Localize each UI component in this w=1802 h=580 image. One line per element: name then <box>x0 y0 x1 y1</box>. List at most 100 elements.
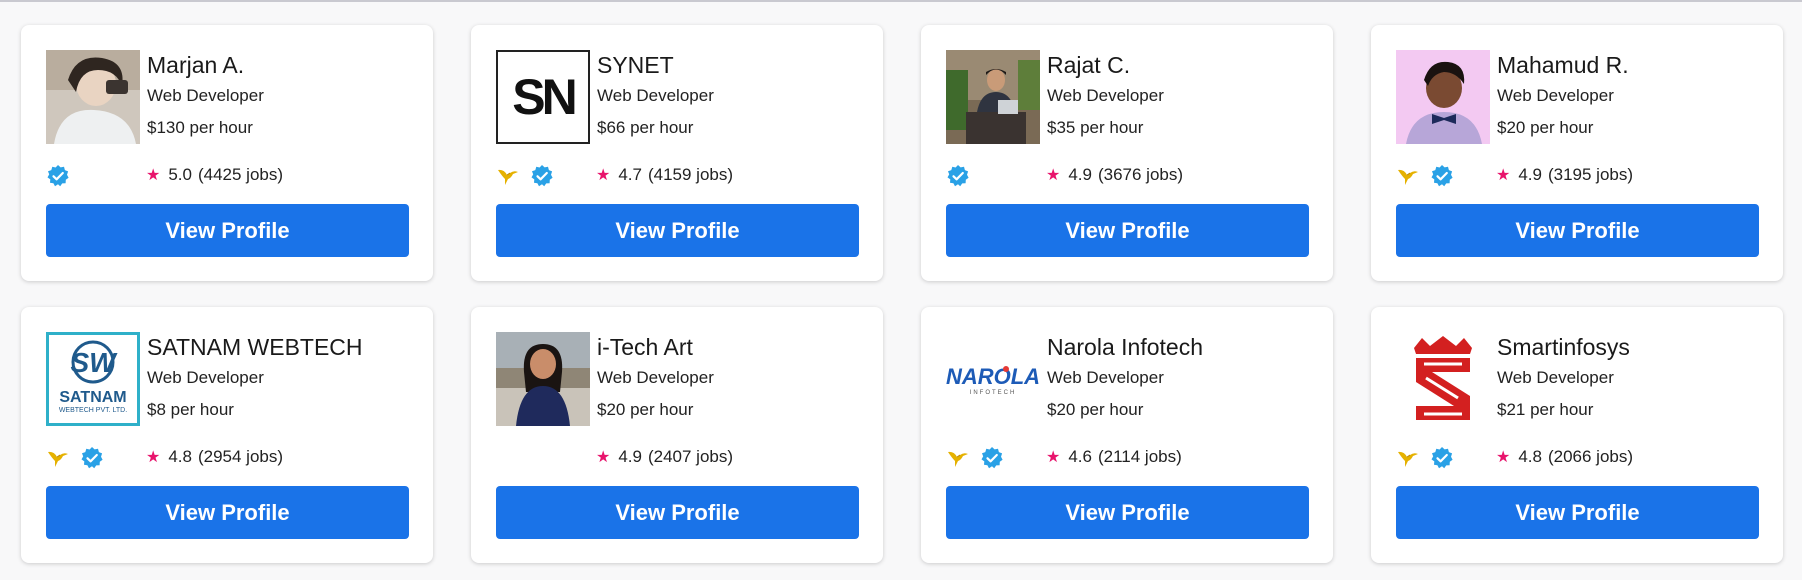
verified-badge-icon <box>981 447 1003 469</box>
badges <box>46 164 70 188</box>
rating-value: 4.9 <box>1068 165 1092 184</box>
badges <box>1396 164 1454 188</box>
view-profile-button[interactable]: View Profile <box>946 486 1309 539</box>
logo-text: NAROLA <box>946 364 1040 389</box>
rating-value: 4.8 <box>1518 447 1542 466</box>
star-icon: ★ <box>596 167 611 184</box>
freelancer-grid: Marjan A. Web Developer $130 per hour ★ … <box>21 25 1783 563</box>
view-profile-button[interactable]: View Profile <box>496 204 859 257</box>
freelancer-name[interactable]: Marjan A. <box>147 52 244 79</box>
freelancer-card: NAROLA INFOTECH Narola Infotech Web Deve… <box>921 307 1333 563</box>
freelancer-name[interactable]: i-Tech Art <box>597 334 693 361</box>
job-count: (2066 jobs) <box>1547 447 1634 466</box>
rating-value: 5.0 <box>168 165 192 184</box>
rating-value: 4.7 <box>618 165 642 184</box>
rating-value: 4.9 <box>1518 165 1542 184</box>
verified-badge-icon <box>1431 447 1453 469</box>
star-icon: ★ <box>1496 449 1511 466</box>
hummingbird-icon <box>1398 451 1418 467</box>
avatar[interactable] <box>1396 50 1490 144</box>
verified-badge-icon <box>947 165 969 187</box>
rating: ★ 4.8 (2066 jobs) <box>1496 447 1633 467</box>
freelancer-card: Rajat C. Web Developer $35 per hour ★ 4.… <box>921 25 1333 281</box>
freelancer-name[interactable]: Mahamud R. <box>1497 52 1629 79</box>
view-profile-button[interactable]: View Profile <box>46 486 409 539</box>
hourly-rate: $21 per hour <box>1497 400 1594 419</box>
hourly-rate: $20 per hour <box>1497 118 1594 137</box>
hummingbird-icon <box>48 451 68 467</box>
verified-badge-icon <box>47 165 69 187</box>
top-divider <box>0 0 1802 2</box>
company-logo[interactable]: NAROLA INFOTECH <box>946 332 1040 426</box>
rating: ★ 5.0 (4425 jobs) <box>146 165 283 185</box>
job-count: (2407 jobs) <box>647 447 734 466</box>
hourly-rate: $20 per hour <box>597 400 694 419</box>
badges <box>946 446 1004 470</box>
company-logo[interactable]: SW SATNAM WEBTECH PVT. LTD. <box>46 332 140 426</box>
freelancer-card: Marjan A. Web Developer $130 per hour ★ … <box>21 25 433 281</box>
logo-subtext: INFOTECH <box>970 390 1017 396</box>
verified-badge-icon <box>531 165 553 187</box>
verified-badge-icon <box>1431 165 1453 187</box>
rating-value: 4.8 <box>168 447 192 466</box>
star-icon: ★ <box>596 449 611 466</box>
hourly-rate: $20 per hour <box>1047 400 1144 419</box>
job-count: (2954 jobs) <box>197 447 284 466</box>
avatar[interactable] <box>946 50 1040 144</box>
svg-text:SW: SW <box>70 347 118 378</box>
job-count: (2114 jobs) <box>1097 447 1182 466</box>
freelancer-card: Smartinfosys Web Developer $21 per hour … <box>1371 307 1783 563</box>
view-profile-button[interactable]: View Profile <box>46 204 409 257</box>
badges <box>946 164 970 188</box>
view-profile-button[interactable]: View Profile <box>1396 204 1759 257</box>
view-profile-button[interactable]: View Profile <box>946 204 1309 257</box>
avatar[interactable] <box>496 332 590 426</box>
rating: ★ 4.9 (3195 jobs) <box>1496 165 1633 185</box>
freelancer-role: Web Developer <box>147 368 264 387</box>
star-icon: ★ <box>1496 167 1511 184</box>
rating: ★ 4.6 (2114 jobs) <box>1046 447 1182 467</box>
hourly-rate: $130 per hour <box>147 118 253 137</box>
freelancer-role: Web Developer <box>147 86 264 105</box>
view-profile-button[interactable]: View Profile <box>1396 486 1759 539</box>
rating: ★ 4.7 (4159 jobs) <box>596 165 733 185</box>
freelancer-name[interactable]: Rajat C. <box>1047 52 1130 79</box>
company-logo[interactable] <box>1396 332 1490 426</box>
hummingbird-icon <box>1398 169 1418 185</box>
freelancer-name[interactable]: Narola Infotech <box>1047 334 1203 361</box>
freelancer-role: Web Developer <box>597 368 714 387</box>
freelancer-role: Web Developer <box>1497 86 1614 105</box>
job-count: (4159 jobs) <box>647 165 734 184</box>
freelancer-card: Mahamud R. Web Developer $20 per hour ★ … <box>1371 25 1783 281</box>
rating: ★ 4.9 (3676 jobs) <box>1046 165 1183 185</box>
freelancer-card: SW SATNAM WEBTECH PVT. LTD. SATNAM WEBTE… <box>21 307 433 563</box>
freelancer-role: Web Developer <box>1497 368 1614 387</box>
freelancer-name[interactable]: SATNAM WEBTECH <box>147 334 363 361</box>
verified-badge-icon <box>81 447 103 469</box>
logo-text: SATNAM <box>59 389 126 406</box>
rating: ★ 4.8 (2954 jobs) <box>146 447 283 467</box>
star-icon: ★ <box>1046 449 1061 466</box>
company-logo[interactable]: SN <box>496 50 590 144</box>
freelancer-name[interactable]: SYNET <box>597 52 674 79</box>
hummingbird-icon <box>498 169 518 185</box>
logo-subtext: WEBTECH PVT. LTD. <box>59 407 127 414</box>
rating: ★ 4.9 (2407 jobs) <box>596 447 733 467</box>
freelancer-name[interactable]: Smartinfosys <box>1497 334 1630 361</box>
logo-text: SN <box>512 69 574 125</box>
hourly-rate: $66 per hour <box>597 118 694 137</box>
avatar[interactable] <box>46 50 140 144</box>
freelancer-role: Web Developer <box>597 86 714 105</box>
badges <box>46 446 104 470</box>
job-count: (3195 jobs) <box>1547 165 1634 184</box>
badges <box>1396 446 1454 470</box>
view-profile-button[interactable]: View Profile <box>496 486 859 539</box>
job-count: (4425 jobs) <box>197 165 284 184</box>
star-icon: ★ <box>1046 167 1061 184</box>
freelancer-card: i-Tech Art Web Developer $20 per hour ★ … <box>471 307 883 563</box>
freelancer-role: Web Developer <box>1047 86 1164 105</box>
star-icon: ★ <box>146 167 161 184</box>
freelancer-role: Web Developer <box>1047 368 1164 387</box>
star-icon: ★ <box>146 449 161 466</box>
hourly-rate: $35 per hour <box>1047 118 1144 137</box>
